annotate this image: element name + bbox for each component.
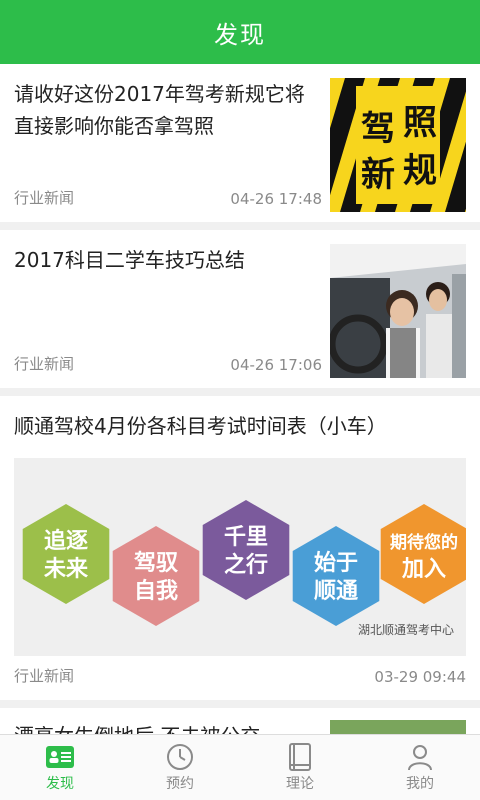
banner-hexagon-text: 千里 <box>224 525 268 550</box>
thumb-char: 驾 <box>361 109 395 149</box>
banner-hexagon-text: 之行 <box>224 552 268 578</box>
news-category: 行业新闻 <box>14 355 75 373</box>
news-category: 行业新闻 <box>14 189 75 207</box>
thumb-char: 规 <box>403 151 437 191</box>
news-title: 顺通驾校4月份各科目考试时间表（小车） <box>14 414 387 438</box>
banner-hexagon-text: 顺通 <box>314 579 358 604</box>
news-card[interactable]: 漂亮女生倒地后 不去被公交 <box>0 708 480 734</box>
tab-label: 发现 <box>46 775 74 792</box>
news-timestamp: 03-29 09:44 <box>374 668 466 686</box>
person-icon <box>405 743 435 771</box>
news-thumbnail <box>330 720 466 734</box>
app-header: 发现 <box>0 0 480 64</box>
banner-hexagon-text: 驾驭 <box>134 550 178 576</box>
tab-theory[interactable]: 理论 <box>240 735 360 800</box>
news-timestamp: 04-26 17:48 <box>230 190 322 208</box>
divider <box>0 222 480 230</box>
bottom-tab-bar: 发现 预约 理论 我的 <box>0 734 480 800</box>
banner-hexagon-text: 追逐 <box>44 528 88 554</box>
book-icon <box>285 742 315 771</box>
news-card[interactable]: 请收好这份2017年驾考新规它将直接影响你能否拿驾照 驾 照 新 规 行业新闻 … <box>0 64 480 222</box>
thumb-char: 照 <box>403 103 437 143</box>
news-thumbnail: 驾 照 新 规 <box>330 78 466 212</box>
divider <box>0 700 480 708</box>
banner-hexagon-text: 加入 <box>401 557 446 582</box>
news-card[interactable]: 2017科目二学车技巧总结 行业新闻 04-26 17:06 <box>0 230 480 388</box>
banner-hexagon-text: 自我 <box>134 578 178 604</box>
tab-discover[interactable]: 发现 <box>0 735 120 800</box>
news-timestamp: 04-26 17:06 <box>230 356 322 374</box>
tab-label: 理论 <box>286 775 314 792</box>
news-banner-image: 追逐未来 驾驭 自我 千里 之行 始于顺通 期待您的加入湖北顺通驾考中心 <box>14 458 466 656</box>
news-title: 请收好这份2017年驾考新规它将直接影响你能否拿驾照 <box>14 82 305 138</box>
banner-hexagon-text: 始于 <box>314 550 358 576</box>
banner-hexagon-text: 未来 <box>44 557 89 582</box>
news-title: 漂亮女生倒地后 不去被公交 <box>14 720 314 734</box>
clock-icon <box>165 743 195 771</box>
news-thumbnail <box>330 244 466 378</box>
discover-icon <box>45 743 75 771</box>
tab-profile[interactable]: 我的 <box>360 735 480 800</box>
page-title: 发现 <box>214 20 266 49</box>
tab-label: 预约 <box>166 775 194 792</box>
news-feed[interactable]: 请收好这份2017年驾考新规它将直接影响你能否拿驾照 驾 照 新 规 行业新闻 … <box>0 64 480 734</box>
news-title: 2017科目二学车技巧总结 <box>14 248 245 272</box>
tab-label: 我的 <box>406 775 434 792</box>
banner-watermark: 湖北顺通驾考中心 <box>358 622 454 637</box>
banner-hexagon-text: 期待您的 <box>390 532 458 553</box>
tab-booking[interactable]: 预约 <box>120 735 240 800</box>
news-category: 行业新闻 <box>14 667 75 685</box>
divider <box>0 388 480 396</box>
thumb-char: 新 <box>361 155 395 195</box>
news-card[interactable]: 顺通驾校4月份各科目考试时间表（小车） 追逐未来 驾驭 自我 千里 之行 始于顺通 期待您的… <box>0 396 480 700</box>
